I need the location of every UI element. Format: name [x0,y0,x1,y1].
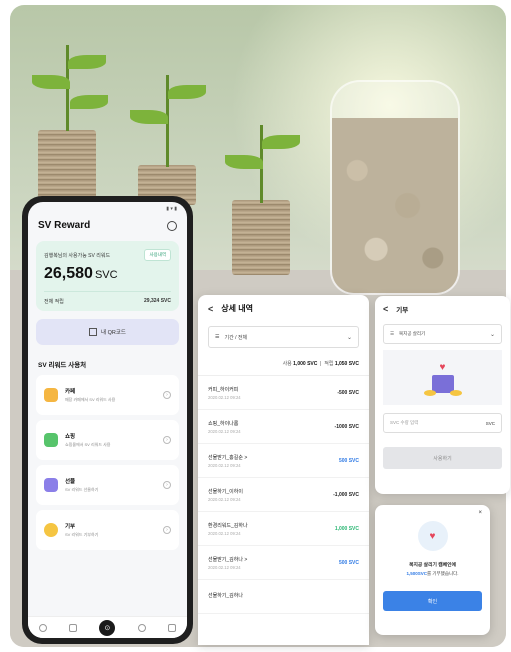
tx-name: 선물하기_이하이 [208,488,243,495]
table-row[interactable]: 환경리워드_김하나 2020.02.12 09:24 1,000 SVC [198,512,369,546]
close-icon[interactable]: × [478,510,482,516]
section-title: SV 리워드 사용처 [38,362,87,369]
tx-name: 환경리워드_김하나 [208,522,248,529]
status-bar: ▮ ▾ ▮ [166,206,177,212]
complete-message: 1,500SVC를 기부했습니다. [406,571,459,576]
tx-name: 커피_하이커피 [208,386,239,393]
use-item-donate[interactable]: 기부 SV 리워드 기부하기 › [36,510,179,550]
tx-amount: -1,000 SVC [333,491,359,498]
tx-name: 선물받기_홍길순 > [208,454,248,461]
shopping-bag-icon [44,433,58,447]
tx-name: 쇼핑_하이나롬 [208,420,239,427]
heart-tab-icon[interactable] [39,623,48,632]
tx-amount: 500 SVC [338,457,359,464]
use-item-gift[interactable]: 선물 SV 리워드 선물하기 › [36,465,179,505]
list-icon: ☰ [390,331,395,336]
total-earned: 전체 적립 29,324 SVC [44,291,171,305]
scan-tab-icon[interactable]: ⊙ [99,619,116,636]
table-row[interactable]: 선물받기_홍길순 >2020.02.12 09:24 500 SVC [198,444,369,478]
use-item-shopping[interactable]: 쇼핑 쇼핑몰에서 SV 리워드 사용 › [36,420,179,460]
tx-amount: -1000 SVC [334,423,359,430]
panel-title: 기부 [396,307,409,314]
table-row[interactable]: 선물받기_김하나 >2020.02.12 09:24 500 SVC [198,546,369,580]
balance-amount: 26,580 SVC [44,265,118,282]
tx-date: 2020.02.12 09:24 [208,428,241,434]
chevron-right-icon: › [163,526,171,534]
donate-coin-icon [44,523,58,537]
transaction-list: 커피_하이커피 2020.02.12 09:24 -500 SVC 쇼핑_하이나롬 20… [198,376,369,614]
complete-title: 복지공 살리기 캠페인에 [409,563,456,568]
total-value: 29,324 SVC [144,298,171,304]
tx-date: 2020.02.12 09:24 [208,462,241,468]
chevron-right-icon: › [163,481,171,489]
donation-box-icon [423,375,462,396]
donation-panel: < 기부 ☰ 복지공 살리기 ⌄ ♥ SVC 수량 입력 SVC 사용하기 [375,296,510,494]
gift-icon [44,478,58,492]
table-row[interactable]: 쇼핑_하이나롬 2020.02.12 09:24 -1000 SVC [198,410,369,444]
donation-illustration: ♥ [383,350,502,405]
table-row[interactable]: 커피_하이커피 2020.02.12 09:24 -500 SVC [198,376,369,410]
qr-code-button[interactable]: 내 QR코드 [36,319,179,345]
heart-icon: ♥ [439,362,446,373]
chevron-down-icon: ⌄ [346,334,352,341]
history-chip[interactable]: 사용내역 [144,249,171,261]
total-label: 전체 적립 [44,299,64,305]
use-item-cafe[interactable]: 카페 매장 카페에서 SV 리워드 사용 › [36,375,179,415]
back-arrow-icon[interactable]: < [208,304,213,314]
tx-name: 선물받기_김하나 > [208,556,248,563]
bottom-tab-bar: ⊙ [28,616,187,638]
use-button[interactable]: 사용하기 [383,447,502,469]
chevron-right-icon: › [163,391,171,399]
table-row[interactable]: 선물하기_이하이 2020.02.12 09:24 -1,000 SVC [198,478,369,512]
tx-date: 2020.02.12 09:24 [208,496,241,502]
svc-amount-input[interactable]: SVC 수량 입력 SVC [383,413,502,433]
balance-label: 김행복님의 사용가능 SV 리워드 [44,252,111,259]
chevron-down-icon: ⌄ [489,331,495,338]
app-screen: ▮ ▾ ▮ SV Reward 김행복님의 사용가능 SV 리워드 사용내역 2… [28,202,187,638]
list-icon: ☰ [215,334,220,340]
tx-date: 2020.02.12 09:24 [208,394,241,400]
heart-hand-icon: ♥ [417,521,448,551]
profile-tab-icon[interactable] [167,623,176,632]
app-title: SV Reward [38,220,91,231]
tx-amount: -500 SVC [337,389,359,396]
period-select[interactable]: ☰ 기간 / 전체 ⌄ [208,326,359,348]
panel-header: < 상세 내역 [198,295,369,322]
tx-amount: 1,000 SVC [334,525,359,532]
back-arrow-icon[interactable]: < [383,304,388,314]
tx-name: 선물하기_김하나 [208,593,243,599]
bulb-tab-icon[interactable] [137,623,146,632]
confirm-button[interactable]: 확인 [383,591,482,611]
wallet-tab-icon[interactable] [69,623,78,632]
detail-history-panel: < 상세 내역 ☰ 기간 / 전체 ⌄ 사용 1,000 SVC | 적립 1,… [198,295,369,645]
app-header: SV Reward [28,216,187,237]
donation-complete-popup: × ♥ 복지공 살리기 캠페인에 1,500SVC를 기부했습니다. 확인 [375,505,490,635]
qr-icon [89,328,98,336]
org-select[interactable]: ☰ 복지공 살리기 ⌄ [383,324,502,344]
panel-header: < 기부 [375,296,510,322]
tx-amount: 500 SVC [338,559,359,566]
panel-title: 상세 내역 [221,304,253,313]
cafe-icon [44,388,58,402]
balance-card: 김행복님의 사용가능 SV 리워드 사용내역 26,580 SVC 전체 적립 2… [36,241,179,311]
table-row[interactable]: 선물하기_김하나 [198,580,369,614]
gear-icon[interactable] [167,220,177,231]
summary: 사용 1,000 SVC | 적립 1,050 SVC [198,352,369,376]
phone-mockup: ▮ ▾ ▮ SV Reward 김행복님의 사용가능 SV 리워드 사용내역 2… [22,196,193,644]
chevron-right-icon: › [163,436,171,444]
tx-date: 2020.02.12 09:24 [208,530,241,536]
tx-date: 2020.02.12 09:24 [208,564,241,570]
